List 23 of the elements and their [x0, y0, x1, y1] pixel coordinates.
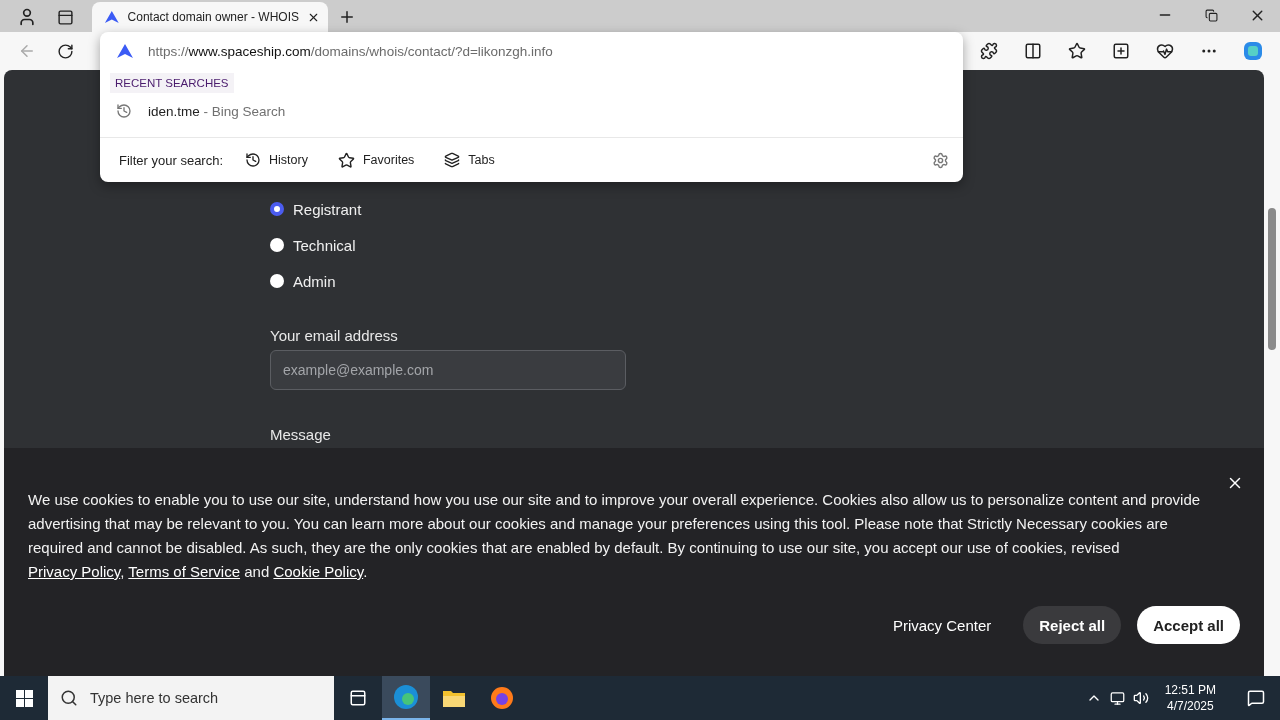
email-label: Your email address: [270, 327, 399, 344]
section-heading: RECENT SEARCHES: [110, 73, 234, 93]
taskbar-clock[interactable]: 12:51 PM 4/7/2025: [1156, 682, 1224, 714]
radio-label: Admin: [293, 272, 336, 290]
cookie-notice: We use cookies to enable you to use our site, understand how you use our site and to improve your overall experience. Cookies also allow us to personalize content and provide advertising that may be relevant to you. You can learn more about our cookies and manage your preferences using this tool. Please note that Strictly Necessary cookies are required and cannot be disabled. As such, they are the only cookies that are enabled by default. By continuing to use our site, you accept our use of cookies, revised Privacy Policy, Terms of Service and Cookie Policy.: [28, 490, 1202, 582]
filter-chip[interactable]: History: [237, 152, 316, 168]
taskbar-search-field[interactable]: Type here to search: [48, 676, 334, 720]
filter-chip[interactable]: Favorites: [329, 151, 423, 169]
filter-label: Filter your search:: [119, 152, 224, 168]
suggestion-item[interactable]: iden.tme - Bing Search: [100, 93, 963, 129]
reject-button[interactable]: Reject all: [1023, 606, 1122, 644]
address-field[interactable]: https://www.spaceship.com/domains/whois/contact/?d=likonzgh.info: [148, 43, 553, 59]
radio-label: Registrant: [293, 200, 362, 218]
radio-label: Technical: [293, 236, 356, 254]
privacy-center-button[interactable]: Privacy Center: [876, 606, 1008, 644]
email-field[interactable]: example@example.com: [270, 350, 626, 390]
policy-link[interactable]: Privacy Policy: [28, 563, 121, 580]
policy-link[interactable]: Terms of Service: [128, 563, 241, 580]
browser-tab[interactable]: Contact domain owner - WHOIS: [92, 2, 328, 32]
accept-button[interactable]: Accept all: [1137, 606, 1240, 644]
message-label: Message: [270, 426, 332, 443]
policy-link[interactable]: Cookie Policy: [273, 563, 364, 580]
filter-chip[interactable]: Tabs: [436, 152, 503, 168]
